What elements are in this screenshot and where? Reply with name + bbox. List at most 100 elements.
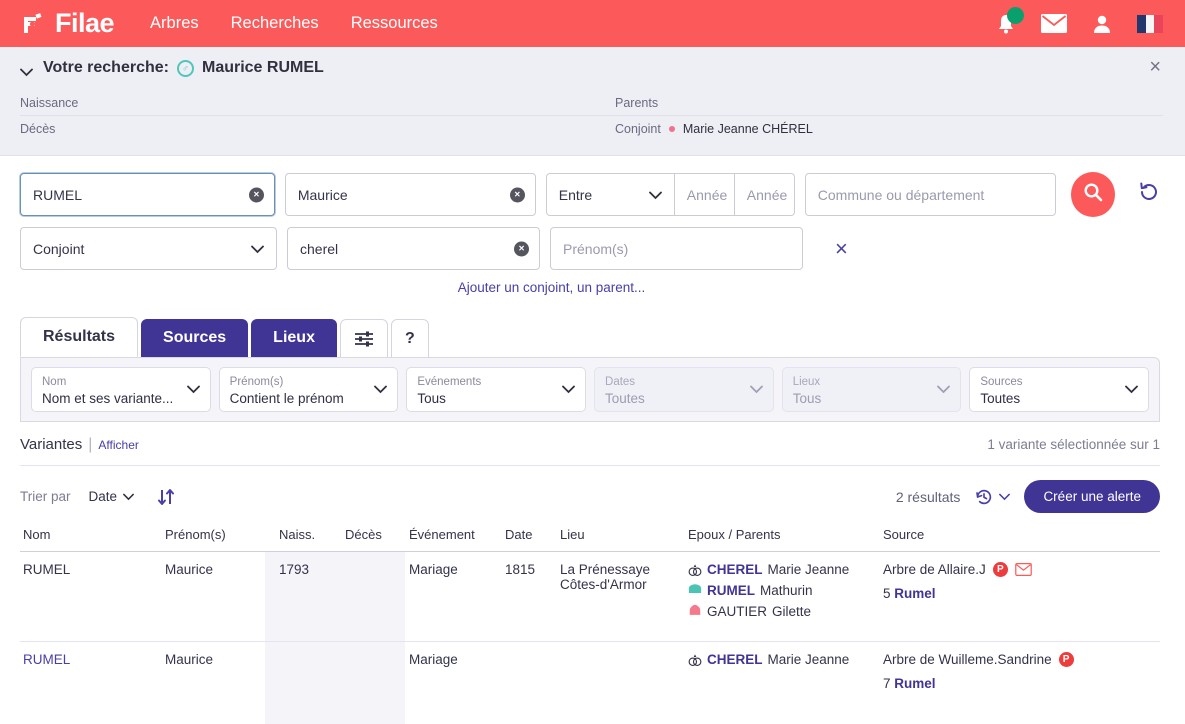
th-naiss: Naiss. <box>265 527 345 542</box>
search-button[interactable] <box>1071 172 1116 217</box>
cell-prenom: Maurice <box>165 562 265 641</box>
cell-source: Arbre de Allaire.J P 5 Rumel <box>883 562 1160 641</box>
filter-nom[interactable]: Nom Nom et ses variante... <box>31 367 211 412</box>
remove-relation-icon[interactable]: × <box>835 238 848 260</box>
filter-dates-value: Toutes <box>605 391 645 406</box>
source-count-name[interactable]: Rumel <box>894 586 935 601</box>
chevron-down-icon <box>123 489 134 504</box>
summary-deces-label: Décès <box>20 116 615 141</box>
table-row[interactable]: RUMEL Maurice 1793 Mariage 1815 La Préne… <box>20 552 1160 642</box>
filter-evenements[interactable]: Evénements Tous <box>406 367 586 412</box>
sort-row: Trier par Date 2 résultats Créer une ale… <box>20 480 1160 513</box>
cell-evenement: Mariage <box>405 652 505 724</box>
clear-nom-icon[interactable]: × <box>249 187 264 202</box>
close-icon[interactable]: × <box>1149 57 1161 77</box>
year-start-input[interactable]: Année <box>675 173 735 216</box>
brand-logo[interactable]: Filae <box>22 10 114 37</box>
summary-naissance-label: Naissance <box>20 91 615 116</box>
parent-father-name[interactable]: RUMEL <box>707 583 755 598</box>
source-count-line: 7 Rumel <box>883 676 1160 691</box>
chevron-down-icon <box>562 381 575 399</box>
relation-select[interactable]: Conjoint <box>20 227 277 270</box>
search-icon <box>1083 182 1103 207</box>
filter-nom-value: Nom et ses variante... <box>42 391 173 406</box>
rings-icon <box>688 563 702 577</box>
search-input-lieu[interactable]: Commune ou département <box>805 173 1056 216</box>
source-name[interactable]: Arbre de Wuilleme.Sandrine <box>883 652 1052 667</box>
cell-date: 1815 <box>505 562 560 641</box>
tab-sources[interactable]: Sources <box>141 319 248 357</box>
nav-link-arbres[interactable]: Arbres <box>150 14 199 33</box>
epoux-name[interactable]: CHEREL <box>707 652 763 667</box>
mail-icon[interactable] <box>1041 14 1067 33</box>
father-icon <box>688 583 702 598</box>
source-count-line: 5 Rumel <box>883 586 1160 601</box>
epoux-name[interactable]: CHEREL <box>707 562 763 577</box>
th-prenom: Prénom(s) <box>165 527 265 542</box>
filter-dates[interactable]: Dates Toutes <box>594 367 774 412</box>
relation-nom-input[interactable]: cherel × <box>287 227 540 270</box>
parent-mother-first: Gilette <box>772 604 811 619</box>
sort-arrows-icon[interactable] <box>156 487 176 507</box>
premium-badge-icon[interactable]: P <box>993 562 1008 577</box>
filters-icon[interactable] <box>340 319 388 357</box>
rings-icon <box>688 653 702 667</box>
cell-nom[interactable]: RUMEL <box>20 652 165 724</box>
source-count-name[interactable]: Rumel <box>894 676 935 691</box>
filter-evenements-label: Evénements <box>417 376 481 388</box>
cell-epoux-parents: CHEREL Marie Jeanne RUMEL Mathurin GAUTI… <box>688 562 883 641</box>
variantes-selected-count: 1 variante sélectionnée sur 1 <box>987 437 1160 452</box>
cell-date <box>505 652 560 724</box>
summary-person-name: Maurice RUMEL <box>202 59 324 77</box>
add-relation-link[interactable]: Ajouter un conjoint, un parent... <box>20 280 1163 295</box>
summary-conjoint-value: Marie Jeanne CHÉREL <box>683 122 813 136</box>
filter-lieux[interactable]: Lieux Tous <box>782 367 962 412</box>
user-icon[interactable] <box>1092 14 1112 34</box>
tab-lieux[interactable]: Lieux <box>251 319 337 357</box>
brand-name: Filae <box>55 10 114 37</box>
sort-select[interactable]: Date <box>89 489 135 504</box>
cell-nom: RUMEL <box>20 562 165 641</box>
bell-icon[interactable] <box>996 13 1016 35</box>
history-icon[interactable] <box>974 487 1010 507</box>
year-end-input[interactable]: Année <box>735 173 795 216</box>
cell-deces <box>345 642 405 724</box>
search-input-nom[interactable]: RUMEL × <box>20 173 275 216</box>
filter-dates-label: Dates <box>605 376 635 388</box>
nav-link-recherches[interactable]: Recherches <box>231 14 319 33</box>
filter-nom-label: Nom <box>42 376 66 388</box>
sort-value: Date <box>89 489 118 504</box>
clear-prenom-icon[interactable]: × <box>510 187 525 202</box>
nav-link-ressources[interactable]: Ressources <box>351 14 438 33</box>
period-select[interactable]: Entre <box>546 173 675 216</box>
results-table: Nom Prénom(s) Naiss. Décès Événement Dat… <box>20 527 1160 724</box>
chevron-down-icon[interactable] <box>20 64 33 73</box>
relation-prenom-input[interactable]: Prénom(s) <box>550 227 803 270</box>
filter-sources[interactable]: Sources Toutes <box>969 367 1149 412</box>
reset-button[interactable] <box>1135 181 1163 209</box>
create-alert-button[interactable]: Créer une alerte <box>1024 480 1160 513</box>
cell-lieu <box>560 652 688 724</box>
filae-logo-icon <box>22 11 50 37</box>
filter-prenom[interactable]: Prénom(s) Contient le prénom <box>219 367 399 412</box>
variantes-show-link[interactable]: Afficher <box>98 438 138 452</box>
search-input-prenom[interactable]: Maurice × <box>285 173 536 216</box>
variantes-row: Variantes | Afficher 1 variante sélectio… <box>20 436 1160 466</box>
period-value: Entre <box>559 187 592 203</box>
nav-right-icons <box>996 13 1163 35</box>
premium-badge-icon[interactable]: P <box>1059 652 1074 667</box>
epoux-first: Marie Jeanne <box>768 562 850 577</box>
source-name[interactable]: Arbre de Allaire.J <box>883 562 986 577</box>
help-icon[interactable]: ? <box>391 319 429 357</box>
search-form: RUMEL × Maurice × Entre Année Année Comm… <box>0 156 1185 295</box>
year-start-placeholder: Année <box>687 187 727 203</box>
epoux-entry: CHEREL Marie Jeanne <box>688 652 883 667</box>
mail-icon[interactable] <box>1015 563 1032 576</box>
reset-icon <box>1137 180 1161 209</box>
flag-fr-icon[interactable] <box>1137 15 1163 33</box>
clear-relation-nom-icon[interactable]: × <box>514 241 529 256</box>
tab-resultats[interactable]: Résultats <box>20 317 138 357</box>
chevron-down-icon <box>251 241 264 257</box>
table-row[interactable]: RUMEL Maurice Mariage CHEREL Marie Jeann… <box>20 642 1160 724</box>
notification-badge <box>1007 7 1024 24</box>
